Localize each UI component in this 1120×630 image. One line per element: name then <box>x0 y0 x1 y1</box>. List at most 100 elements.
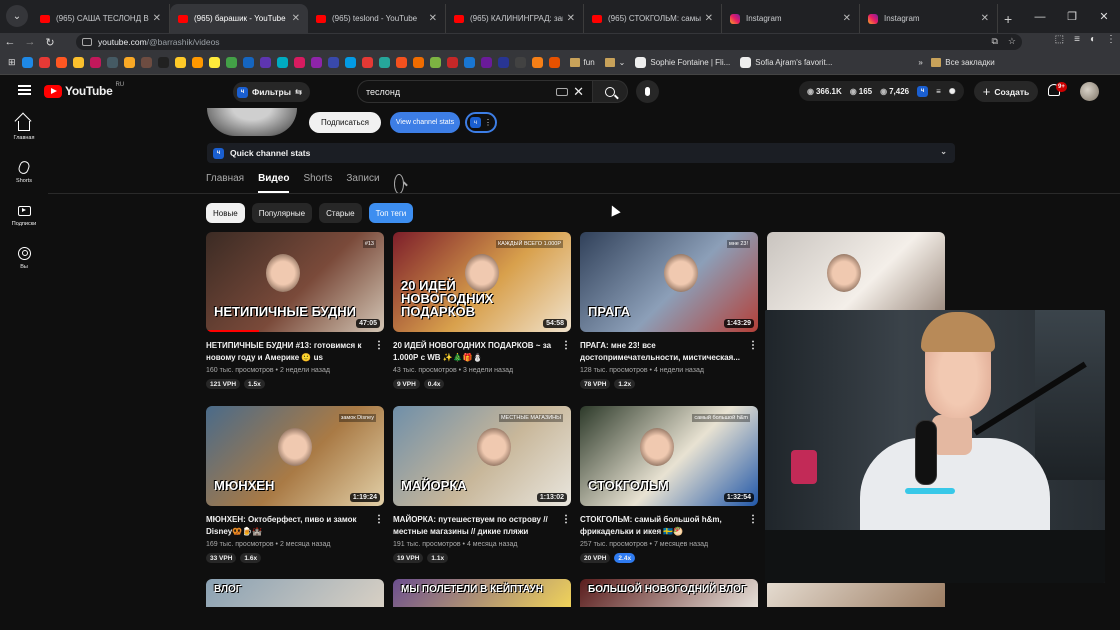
chip-oldest[interactable]: Старые <box>319 203 362 223</box>
extension-menu-button[interactable]: ч ⋮ <box>465 112 497 133</box>
bookmark-icon[interactable] <box>548 57 560 68</box>
more-vert-icon[interactable]: ⋮ <box>748 514 758 525</box>
site-info-icon[interactable] <box>82 38 92 46</box>
video-card[interactable]: ПРАГА мне 23! 1:43:29 ПРАГА: мне 23! все до… <box>580 232 758 389</box>
chip-top-tags[interactable]: Топ теги <box>368 203 414 223</box>
chevron-down-icon[interactable]: ⌄ <box>940 147 947 156</box>
profile-icon[interactable]: ◐ <box>1090 34 1096 45</box>
video-thumbnail[interactable]: МЫ ПОЛЕТЕЛИ В КЕЙПТАУН <box>393 579 571 607</box>
bookmark-icon[interactable] <box>72 57 84 68</box>
tab-shorts[interactable]: Shorts <box>303 173 332 193</box>
bookmark-icon[interactable] <box>140 57 152 68</box>
video-title[interactable]: СТОКГОЛЬМ: самый большой h&m, фрикадельк… <box>580 514 742 538</box>
bookmark-icon[interactable] <box>480 57 492 68</box>
video-thumbnail[interactable] <box>767 579 945 607</box>
more-vert-icon[interactable]: ⋮ <box>748 340 758 351</box>
view-channel-stats-button[interactable]: View channel stats <box>390 112 460 133</box>
new-tab-button[interactable]: + <box>1004 11 1024 27</box>
reload-icon[interactable]: ↻ <box>40 36 60 49</box>
video-title[interactable]: ПРАГА: мне 23! все достопримечательности… <box>580 340 742 364</box>
close-icon[interactable]: ✕ <box>843 13 851 24</box>
video-card[interactable]: МЮНХЕН замок Disney 1:19:24 МЮНХЕН: Октобер… <box>206 406 384 563</box>
browser-tab[interactable]: Instagram ✕ <box>722 4 860 33</box>
youtube-logo[interactable]: YouTube RU <box>44 82 124 98</box>
bookmark-icon[interactable] <box>531 57 543 68</box>
extension-logo-icon[interactable]: ч <box>917 85 929 97</box>
bookmark-icon[interactable] <box>55 57 67 68</box>
video-thumbnail[interactable]: ПРАГА мне 23! 1:43:29 <box>580 232 758 332</box>
bookmark-icon[interactable] <box>344 57 356 68</box>
bookmark-icon[interactable] <box>446 57 458 68</box>
video-title[interactable]: МАЙОРКА: путешествуем по острову // мест… <box>393 514 555 538</box>
bookmark-icon[interactable] <box>225 57 237 68</box>
apps-icon[interactable]: ⊞ <box>8 57 16 68</box>
bookmark-icon[interactable] <box>191 57 203 68</box>
account-avatar[interactable] <box>1080 82 1099 101</box>
video-card[interactable]: 20 ИДЕЙ НОВОГОДНИХ ПОДАРКОВ КАЖДЫЙ ВСЕГО … <box>393 232 571 389</box>
video-thumbnail[interactable]: МАЙОРКА МЕСТНЫЕ МАГАЗИНЫ 1:13:02 <box>393 406 571 506</box>
video-thumbnail[interactable]: БОЛЬШОЙ НОВОГОДНИЙ ВЛОГ <box>580 579 758 607</box>
video-card[interactable]: СТОКГОЛЬМ самый большой h&m 1:32:54 СТОКГОЛ… <box>580 406 758 563</box>
maximize-icon[interactable]: ❐ <box>1056 0 1088 33</box>
bookmark-icon[interactable] <box>412 57 424 68</box>
bookmark-icon[interactable] <box>106 57 118 68</box>
more-vert-icon[interactable]: ⋮ <box>374 340 384 351</box>
media-icon[interactable]: ≡ <box>1074 34 1080 45</box>
channel-avatar[interactable] <box>207 108 297 136</box>
chip-popular[interactable]: Популярные <box>251 203 313 223</box>
search-button[interactable] <box>592 80 628 103</box>
tab-posts[interactable]: Записи <box>346 173 379 193</box>
install-icon[interactable]: ⧉ <box>991 36 997 47</box>
chip-newest[interactable]: Новые <box>206 203 245 223</box>
clear-search-icon[interactable]: ✕ <box>573 84 584 100</box>
video-card[interactable]: НЕТИПИЧНЫЕ БУДНИ #13 47:05 НЕТИПИЧНЫЕ БУДНИ… <box>206 232 384 389</box>
bookmark-icon[interactable] <box>157 57 169 68</box>
bookmark-icon[interactable] <box>276 57 288 68</box>
video-card[interactable]: МАЙОРКА МЕСТНЫЕ МАГАЗИНЫ 1:13:02 МАЙОРКА: п… <box>393 406 571 563</box>
bookmark-icon[interactable] <box>327 57 339 68</box>
url-field[interactable]: youtube.com/@barrashik/videos ⧉ ☆ <box>76 34 1022 50</box>
bookmark-icon[interactable] <box>242 57 254 68</box>
forward-icon[interactable]: → <box>20 36 40 48</box>
bookmark-item[interactable]: Sophie Fontaine | Fli... <box>635 57 730 68</box>
close-icon[interactable]: ✕ <box>292 13 300 24</box>
video-title[interactable]: НЕТИПИЧНЫЕ БУДНИ #13: готовимся к новому… <box>206 340 368 364</box>
bookmark-item[interactable]: Sofia Ajram's favorit... <box>740 57 832 68</box>
sidebar-item-home[interactable]: Главная <box>0 108 48 151</box>
bookmark-icon[interactable] <box>89 57 101 68</box>
more-vert-icon[interactable]: ⋮ <box>374 514 384 525</box>
bookmark-icon[interactable] <box>463 57 475 68</box>
bookmark-icon[interactable] <box>208 57 220 68</box>
close-icon[interactable]: ✕ <box>981 13 989 24</box>
close-icon[interactable]: ✕ <box>705 13 713 24</box>
browser-tab[interactable]: (965) СТОКГОЛЬМ: самый бо...✕ <box>584 4 722 33</box>
bookmark-icon[interactable] <box>38 57 50 68</box>
browser-tab-active[interactable]: (965) барашик - YouTube ✕ <box>170 4 308 33</box>
extensions-icon[interactable]: ⬚ <box>1055 34 1064 45</box>
close-icon[interactable]: ✕ <box>567 13 575 24</box>
browser-tab[interactable]: (965) КАЛИНИНГРАД: заведе...✕ <box>446 4 584 33</box>
video-thumbnail[interactable]: СТОКГОЛЬМ самый большой h&m 1:32:54 <box>580 406 758 506</box>
bookmark-icon[interactable] <box>514 57 526 68</box>
bookmark-folder[interactable]: fun <box>569 58 595 67</box>
bookmark-icon[interactable] <box>497 57 509 68</box>
video-thumbnail[interactable]: ВЛОГ <box>206 579 384 607</box>
bookmark-icon[interactable] <box>378 57 390 68</box>
all-bookmarks[interactable]: » Все закладки <box>918 58 995 67</box>
browser-tab[interactable]: (965) teslond - YouTube ✕ <box>308 4 446 33</box>
more-vert-icon[interactable]: ⋮ <box>561 514 571 525</box>
subscribe-button[interactable]: Подписаться <box>309 112 381 133</box>
bookmark-icon[interactable] <box>174 57 186 68</box>
more-vert-icon[interactable]: ⋮ <box>561 340 571 351</box>
browser-tab[interactable]: Instagram ✕ <box>860 4 998 33</box>
sidebar-item-subscriptions[interactable]: Подписки <box>0 194 48 237</box>
video-title[interactable]: МЮНХЕН: Октоберфест, пиво и замок Disney… <box>206 514 368 538</box>
bookmark-icon[interactable] <box>123 57 135 68</box>
bookmark-icon[interactable] <box>21 57 33 68</box>
video-thumbnail[interactable]: 20 ИДЕЙ НОВОГОДНИХ ПОДАРКОВ КАЖДЫЙ ВСЕГО … <box>393 232 571 332</box>
bookmark-folder[interactable]: ⌄ <box>604 58 625 67</box>
close-icon[interactable]: ✕ <box>153 13 161 24</box>
fire-icon[interactable]: ✺ <box>949 87 956 96</box>
tab-home[interactable]: Главная <box>206 173 244 193</box>
menu-icon[interactable] <box>18 85 31 95</box>
